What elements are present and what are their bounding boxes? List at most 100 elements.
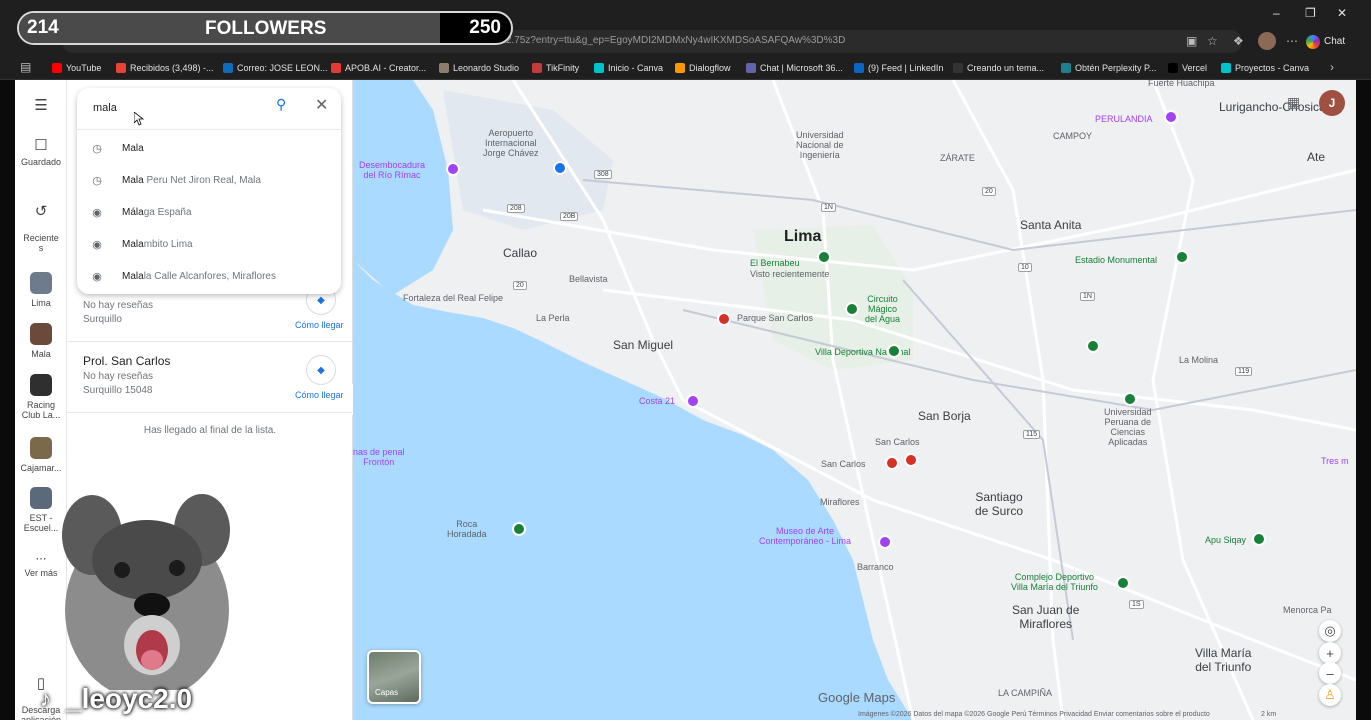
recent-place-item[interactable]: Racing Club La... xyxy=(15,374,67,420)
close-icon[interactable]: ✕ xyxy=(315,95,328,115)
result-title[interactable]: Prol. San Carlos xyxy=(83,354,170,368)
map-marker-icon[interactable] xyxy=(845,302,859,316)
bookmark-item[interactable]: Vercel xyxy=(1168,61,1207,75)
map-label-surco[interactable]: Santiago de Surco xyxy=(975,490,1023,518)
map-label-penal[interactable]: nas de penal Frontón xyxy=(353,447,405,467)
map-label-parque-san-carlos[interactable]: Parque San Carlos xyxy=(737,313,813,323)
bookmark-item[interactable]: TikFinity xyxy=(532,61,579,75)
recent-button[interactable]: ↺ Reciente s xyxy=(15,192,67,253)
install-app-icon[interactable]: ▣ xyxy=(1186,34,1197,48)
bookmarks-overflow-icon[interactable]: › xyxy=(1330,60,1334,74)
map-label-bellavista[interactable]: Bellavista xyxy=(569,274,608,284)
result-item-2[interactable]: Prol. San Carlos No hay reseñas Surquill… xyxy=(67,342,353,413)
directions-label[interactable]: Cómo llegar xyxy=(295,390,344,400)
bookmark-item[interactable]: Chat | Microsoft 36... xyxy=(746,61,843,75)
recent-place-item[interactable]: Cajamar... xyxy=(15,437,67,473)
bookmark-item[interactable]: YouTube xyxy=(52,61,101,75)
map-label-san-miguel[interactable]: San Miguel xyxy=(613,338,673,352)
map-marker-icon[interactable] xyxy=(887,344,901,358)
map-label-upc[interactable]: Universidad Peruana de Ciencias Aplicada… xyxy=(1104,407,1152,447)
account-avatar[interactable]: J xyxy=(1319,90,1345,116)
map-label-tres[interactable]: Tres m xyxy=(1321,456,1349,466)
search-suggestion[interactable]: ◉ Malala Calle Alcanfores, Miraflores xyxy=(77,262,341,294)
map-marker-icon[interactable] xyxy=(446,162,460,176)
map-footer[interactable]: Imágenes ©2026 Datos del mapa ©2026 Goog… xyxy=(858,711,1210,718)
map-label-desembocadura[interactable]: Desembocadura del Río Rímac xyxy=(359,160,425,180)
map-label-zarate[interactable]: ZÁRATE xyxy=(940,153,975,163)
bookmark-item[interactable]: Dialogflow xyxy=(675,61,731,75)
search-input[interactable] xyxy=(93,98,263,118)
map-label-uni[interactable]: Universidad Nacional de Ingeniería xyxy=(796,130,844,160)
map-label-la-campina[interactable]: LA CAMPIÑA xyxy=(998,688,1052,698)
map-label-costa21[interactable]: Costa 21 xyxy=(639,396,675,406)
close-window-icon[interactable]: ✕ xyxy=(1337,6,1347,20)
map-label-vmt[interactable]: Villa María del Triunfo xyxy=(1195,646,1251,674)
map-marker-icon[interactable] xyxy=(512,522,526,536)
map-marker-icon[interactable] xyxy=(1086,339,1100,353)
map-label-apu[interactable]: Apu Siqay xyxy=(1205,535,1246,545)
map-label-huachipa[interactable]: Fuerte Huachipa xyxy=(1148,80,1215,88)
my-location-icon[interactable]: ◎ xyxy=(1319,620,1341,642)
map-label-el-bernabeu[interactable]: El Bernabeu xyxy=(750,258,800,268)
recent-place-item[interactable]: Mala xyxy=(15,323,67,359)
reading-list-icon[interactable]: ▤ xyxy=(20,60,31,74)
map-label-mac[interactable]: Museo de Arte Contemporáneo - Lima xyxy=(759,526,851,546)
map-label-san-carlos2[interactable]: San Carlos xyxy=(821,459,866,469)
street-view-icon[interactable]: ♙ xyxy=(1319,684,1341,706)
directions-label[interactable]: Cómo llegar xyxy=(295,320,344,330)
extensions-icon[interactable]: ❖ xyxy=(1233,34,1244,48)
map-label-roca[interactable]: Roca Horadada xyxy=(447,519,487,539)
map-label-lima[interactable]: Lima xyxy=(784,228,821,246)
bookmark-item[interactable]: Recibidos (3,498) -... xyxy=(116,61,214,75)
bookmark-item[interactable]: Inicio - Canva xyxy=(594,61,663,75)
map-label-lurigancho[interactable]: Lurigancho-Chosica xyxy=(1219,100,1326,114)
map-marker-icon[interactable] xyxy=(1252,532,1266,546)
zoom-out-icon[interactable]: – xyxy=(1319,662,1341,684)
menu-button[interactable]: ☰ xyxy=(15,96,67,117)
search-suggestion[interactable]: ◉ Málaga España xyxy=(77,198,341,230)
map-label-sjm[interactable]: San Juan de Miraflores xyxy=(1012,603,1079,631)
copilot-chat-button[interactable]: Chat xyxy=(1306,32,1354,51)
map-label-estadio[interactable]: Estadio Monumental xyxy=(1075,255,1157,265)
map-label-san-carlos[interactable]: San Carlos xyxy=(875,437,920,447)
map-label-fortaleza[interactable]: Fortaleza del Real Felipe xyxy=(403,293,503,303)
map-label-aeropuerto[interactable]: Aeropuerto Internacional Jorge Chávez xyxy=(483,128,539,158)
map-label-menorca[interactable]: Menorca Pa xyxy=(1283,605,1332,615)
recent-place-item[interactable]: Lima xyxy=(15,272,67,308)
bookmark-item[interactable]: Creando un tema... xyxy=(953,61,1044,75)
more-menu-icon[interactable]: ⋯ xyxy=(1286,34,1298,48)
map-label-ate[interactable]: Ate xyxy=(1307,150,1325,164)
map-label-barranco[interactable]: Barranco xyxy=(857,562,894,572)
map-label-la-molina[interactable]: La Molina xyxy=(1179,355,1218,365)
map-marker-icon[interactable] xyxy=(717,312,731,326)
bookmark-star-icon[interactable]: ☆ xyxy=(1207,34,1218,48)
bookmark-item[interactable]: Obtén Perplexity P... xyxy=(1061,61,1156,75)
map-marker-icon[interactable] xyxy=(1164,110,1178,124)
saved-button[interactable]: ☐ Guardado xyxy=(15,136,67,167)
bookmark-item[interactable]: (9) Feed | LinkedIn xyxy=(854,61,943,75)
search-suggestion[interactable]: ◷ Mala Peru Net Jiron Real, Mala xyxy=(77,166,341,198)
map-label-circuito[interactable]: Circuito Mágico del Agua xyxy=(865,294,900,324)
map-marker-icon[interactable] xyxy=(1116,576,1130,590)
map-marker-icon[interactable] xyxy=(904,453,918,467)
bookmark-item[interactable]: Proyectos - Canva xyxy=(1221,61,1309,75)
map-label-miraflores[interactable]: Miraflores xyxy=(820,497,860,507)
apps-grid-icon[interactable]: ▦ xyxy=(1287,94,1300,111)
map-label-callao[interactable]: Callao xyxy=(503,246,537,260)
search-icon[interactable]: ⚲ xyxy=(276,96,286,113)
map-label-la-perla[interactable]: La Perla xyxy=(536,313,570,323)
zoom-in-icon[interactable]: + xyxy=(1319,642,1341,664)
map-marker-icon[interactable] xyxy=(1175,250,1189,264)
map-label-visto[interactable]: Visto recientemente xyxy=(750,269,829,279)
search-suggestion[interactable]: ◉ Malambito Lima xyxy=(77,230,341,262)
bookmark-item[interactable]: Leonardo Studio xyxy=(439,61,519,75)
search-suggestion[interactable]: ◷ Mala xyxy=(77,134,341,166)
map-marker-icon[interactable] xyxy=(553,161,567,175)
layers-button[interactable]: Capas xyxy=(367,650,421,704)
map-marker-icon[interactable] xyxy=(817,250,831,264)
minimize-icon[interactable]: – xyxy=(1273,6,1280,20)
map-marker-icon[interactable] xyxy=(885,456,899,470)
restore-icon[interactable]: ❐ xyxy=(1305,6,1316,20)
map-label-perulandia[interactable]: PERULANDIA xyxy=(1095,114,1153,124)
map-label-complejo[interactable]: Complejo Deportivo Villa María del Triun… xyxy=(1011,572,1098,592)
